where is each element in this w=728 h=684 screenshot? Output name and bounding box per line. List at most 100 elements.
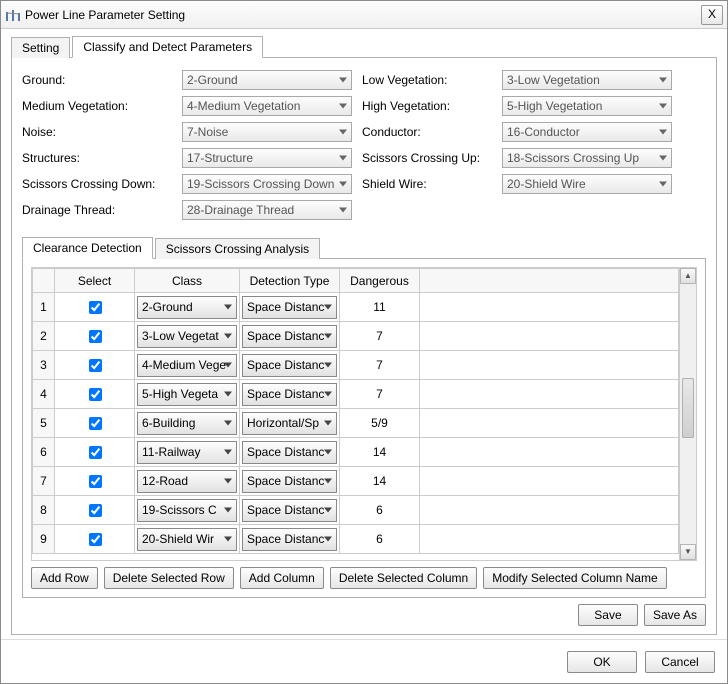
row-select-checkbox[interactable] [89,330,102,343]
delete-column-button[interactable]: Delete Selected Column [330,567,477,589]
combo-drainage-thread[interactable]: 28-Drainage Thread [182,200,352,220]
label-medium-vegetation: Medium Vegetation: [22,99,172,113]
row-number: 4 [33,380,55,409]
combo-low-vegetation[interactable]: 3-Low Vegetation [502,70,672,90]
class-mapping-form: Ground: 2-Ground Low Vegetation: 3-Low V… [22,70,706,220]
row-select-checkbox[interactable] [89,388,102,401]
chevron-down-icon [224,334,232,339]
detection-type-combo[interactable]: Space Distanc [242,296,337,319]
tab-clearance-detection[interactable]: Clearance Detection [22,237,153,259]
detection-type-combo[interactable]: Space Distanc [242,441,337,464]
row-select-checkbox[interactable] [89,446,102,459]
chevron-down-icon [339,78,347,83]
detection-type-combo[interactable]: Space Distanc [242,528,337,551]
col-header-select[interactable]: Select [55,269,135,293]
cell-select [55,293,135,322]
class-combo[interactable]: 19-Scissors C [137,499,237,522]
class-combo[interactable]: 2-Ground [137,296,237,319]
detection-type-combo[interactable]: Horizontal/Sp [242,412,337,435]
table-row: 34-Medium VegeSpace Distanc7 [33,351,679,380]
col-header-class[interactable]: Class [135,269,240,293]
tab-scissors-analysis[interactable]: Scissors Crossing Analysis [155,238,320,259]
ok-button[interactable]: OK [567,651,637,673]
combo-shield-wire[interactable]: 20-Shield Wire [502,174,672,194]
detection-type-combo[interactable]: Space Distanc [242,325,337,348]
chevron-down-icon [324,537,332,542]
vertical-scrollbar[interactable]: ▲ ▼ [679,268,696,560]
row-number: 5 [33,409,55,438]
table-action-row: Add Row Delete Selected Row Add Column D… [31,567,697,589]
combo-conductor[interactable]: 16-Conductor [502,122,672,142]
save-as-button[interactable]: Save As [644,604,706,626]
close-button[interactable]: X [701,5,723,25]
cell-dtype: Space Distanc [240,525,340,554]
table-row: 5 6-BuildingHorizontal/Sp5/9 [33,409,679,438]
tab-setting[interactable]: Setting [11,37,70,58]
cell-dangerous: 7 [340,322,420,351]
scroll-down-button[interactable]: ▼ [680,544,696,560]
row-select-checkbox[interactable] [89,359,102,372]
cell-select [55,467,135,496]
class-combo[interactable]: 6-Building [137,412,237,435]
cell-class: 3-Low Vegetat [135,322,240,351]
table-row: 712-RoadSpace Distanc14 [33,467,679,496]
combo-ground[interactable]: 2-Ground [182,70,352,90]
chevron-down-icon [659,78,667,83]
cell-select [55,409,135,438]
row-number: 2 [33,322,55,351]
combo-scissors-down[interactable]: 19-Scissors Crossing Down [182,174,352,194]
class-combo[interactable]: 4-Medium Vege [137,354,237,377]
detection-type-combo[interactable]: Space Distanc [242,354,337,377]
chevron-down-icon [659,130,667,135]
class-combo[interactable]: 20-Shield Wir [137,528,237,551]
scroll-up-button[interactable]: ▲ [680,268,696,284]
cell-dtype: Space Distanc [240,496,340,525]
detection-type-combo[interactable]: Space Distanc [242,383,337,406]
cancel-button[interactable]: Cancel [645,651,715,673]
app-icon [5,7,21,23]
col-header-dtype[interactable]: Detection Type [240,269,340,293]
cell-dtype: Space Distanc [240,293,340,322]
row-number: 9 [33,525,55,554]
row-select-checkbox[interactable] [89,301,102,314]
row-select-checkbox[interactable] [89,475,102,488]
delete-row-button[interactable]: Delete Selected Row [104,567,234,589]
detection-type-combo[interactable]: Space Distanc [242,470,337,493]
chevron-down-icon [339,182,347,187]
cell-dtype: Space Distanc [240,380,340,409]
class-combo[interactable]: 11-Railway [137,441,237,464]
table-row: 9 20-Shield WirSpace Distanc6 [33,525,679,554]
detection-type-combo[interactable]: Space Distanc [242,499,337,522]
cell-class: 19-Scissors C [135,496,240,525]
tab-classify-detect[interactable]: Classify and Detect Parameters [72,36,263,58]
modify-column-button[interactable]: Modify Selected Column Name [483,567,666,589]
combo-noise[interactable]: 7-Noise [182,122,352,142]
cell-dangerous: 6 [340,525,420,554]
col-header-danger[interactable]: Dangerous [340,269,420,293]
row-select-checkbox[interactable] [89,417,102,430]
combo-medium-vegetation[interactable]: 4-Medium Vegetation [182,96,352,116]
cell-select [55,525,135,554]
combo-scissors-up[interactable]: 18-Scissors Crossing Up [502,148,672,168]
chevron-down-icon [339,130,347,135]
cell-dangerous: 6 [340,496,420,525]
cell-dangerous: 14 [340,438,420,467]
scrollbar-thumb[interactable] [682,378,694,438]
combo-structures[interactable]: 17-Structure [182,148,352,168]
label-drainage-thread: Drainage Thread: [22,203,172,217]
label-low-vegetation: Low Vegetation: [362,73,492,87]
cell-class: 5-High Vegeta [135,380,240,409]
class-combo[interactable]: 12-Road [137,470,237,493]
row-select-checkbox[interactable] [89,504,102,517]
cell-class: 12-Road [135,467,240,496]
class-combo[interactable]: 3-Low Vegetat [137,325,237,348]
table-row: 45-High VegetaSpace Distanc7 [33,380,679,409]
combo-high-vegetation[interactable]: 5-High Vegetation [502,96,672,116]
add-row-button[interactable]: Add Row [31,567,98,589]
save-button[interactable]: Save [578,604,638,626]
cell-dangerous: 5/9 [340,409,420,438]
chevron-down-icon [659,182,667,187]
row-select-checkbox[interactable] [89,533,102,546]
add-column-button[interactable]: Add Column [240,567,324,589]
class-combo[interactable]: 5-High Vegeta [137,383,237,406]
